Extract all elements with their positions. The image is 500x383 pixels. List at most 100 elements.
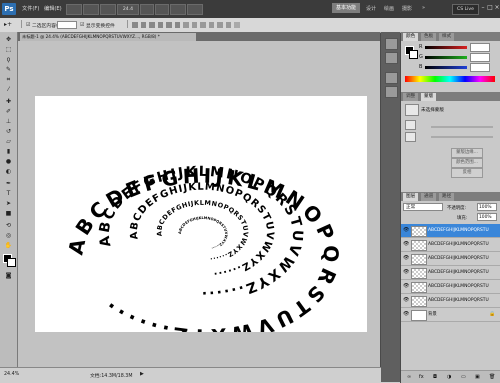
dodge-tool-icon[interactable]: ◐ (3, 168, 14, 176)
brush-tool-icon[interactable]: ✐ (3, 108, 14, 116)
paragraph-panel-icon[interactable] (385, 86, 398, 98)
checkbox-icon[interactable]: ☑ (26, 22, 30, 28)
quick-select-tool-icon[interactable]: ✎ (3, 66, 14, 74)
layer-style-icon[interactable]: fx (419, 374, 424, 380)
screen-mode-button[interactable] (187, 4, 203, 15)
actions-panel-icon[interactable] (385, 52, 398, 64)
eye-icon[interactable]: 👁 (403, 227, 409, 233)
distribute-right-icon[interactable] (225, 22, 232, 28)
tab-layers[interactable]: 图层 (403, 193, 419, 201)
cs-live-button[interactable]: CS Live (452, 4, 479, 15)
align-left-icon[interactable] (157, 22, 164, 28)
eye-icon[interactable]: 👁 (403, 269, 409, 275)
status-menu-arrow-icon[interactable]: ▶ (140, 371, 144, 377)
healing-brush-tool-icon[interactable]: ✚ (3, 98, 14, 106)
eye-icon[interactable]: 👁 (403, 311, 409, 317)
layer-row-background[interactable]: 👁 背景 🔒 (401, 308, 500, 322)
workspace-more-icon[interactable]: » (422, 5, 425, 11)
color-bg-swatch[interactable] (409, 50, 418, 59)
delete-layer-icon[interactable]: 🗑 (489, 374, 495, 380)
new-layer-icon[interactable]: ▣ (475, 374, 480, 380)
add-mask-icon[interactable]: ◘ (433, 374, 437, 380)
3d-rotate-tool-icon[interactable]: ⟲ (3, 222, 14, 230)
eyedropper-tool-icon[interactable]: ⁄ (3, 86, 14, 94)
blue-slider[interactable] (425, 66, 467, 69)
tab-adjustments[interactable]: 调整 (403, 93, 419, 101)
checkbox-icon[interactable]: ☑ (80, 22, 84, 28)
tab-paths[interactable]: 路径 (439, 193, 455, 201)
align-middle-icon[interactable] (140, 22, 147, 28)
maximize-button[interactable]: □ (487, 4, 493, 12)
document-canvas[interactable]: ABCDEFGHIJKLMNOPQRSTUVWXYZ...... ABCDEFG… (35, 96, 367, 332)
blue-value-field[interactable] (470, 63, 490, 72)
tab-channels[interactable]: 通道 (421, 193, 437, 201)
adjustment-layer-icon[interactable]: ◑ (447, 374, 451, 380)
align-top-icon[interactable] (132, 22, 138, 28)
opacity-field[interactable]: 100% (477, 203, 497, 211)
view-extras-button[interactable] (100, 4, 116, 15)
mask-edge-button[interactable]: 蒙版边缘... (451, 148, 483, 158)
menu-edit[interactable]: 编辑(E) (44, 5, 62, 12)
red-value-field[interactable] (470, 43, 490, 52)
layer-row[interactable]: 👁 ABCDEFGHIJKLMNOPQRSTU (401, 266, 500, 280)
history-panel-icon[interactable] (385, 38, 398, 50)
green-slider[interactable] (425, 56, 467, 59)
blend-mode-select[interactable]: 正常 (403, 203, 443, 211)
canvas-area[interactable]: ABCDEFGHIJKLMNOPQRSTUVWXYZ...... ABCDEFG… (18, 41, 380, 367)
pixel-mask-icon[interactable] (405, 120, 416, 130)
new-group-icon[interactable]: ▭ (461, 374, 466, 380)
align-right-icon[interactable] (174, 22, 181, 28)
bridge-button[interactable] (66, 4, 82, 15)
auto-select-dropdown[interactable] (57, 21, 77, 29)
link-layers-icon[interactable]: ∞ (407, 374, 411, 380)
red-slider[interactable] (425, 46, 467, 49)
workspace-painting[interactable]: 绘画 (384, 5, 394, 12)
eye-icon[interactable]: 👁 (403, 255, 409, 261)
close-window-button[interactable]: × (494, 4, 500, 12)
workspace-photography[interactable]: 摄影 (402, 5, 412, 12)
workspace-design[interactable]: 设计 (366, 5, 376, 12)
distribute-middle-icon[interactable] (191, 22, 198, 28)
distribute-bottom-icon[interactable] (200, 22, 206, 28)
menu-file[interactable]: 文件(F) (22, 5, 39, 12)
auto-align-icon[interactable] (234, 22, 240, 28)
density-slider[interactable] (431, 126, 493, 128)
history-brush-tool-icon[interactable]: ↺ (3, 128, 14, 136)
shape-tool-icon[interactable]: ■ (3, 210, 14, 218)
background-color-swatch[interactable] (7, 258, 16, 267)
type-tool-icon[interactable]: T (3, 190, 14, 198)
document-tab[interactable]: 未标题-1 @ 24.4% (ABCDEFGHIJKLMNOPQRSTUVWXY… (20, 33, 196, 41)
workspace-essentials-button[interactable]: 基本功能 (332, 3, 360, 13)
invert-button[interactable]: 反相 (451, 168, 483, 178)
layer-row[interactable]: 👁 ABCDEFGHIJKLMNOPQRSTU (401, 294, 500, 308)
marquee-tool-icon[interactable]: ⬚ (3, 46, 14, 54)
rotate-view-button[interactable] (155, 4, 169, 15)
character-panel-icon[interactable] (385, 72, 398, 84)
hand-tool-icon[interactable]: ✋ (3, 242, 14, 250)
green-value-field[interactable] (470, 53, 490, 62)
move-tool-icon[interactable]: ▸+ (4, 21, 12, 28)
eye-icon[interactable]: 👁 (403, 283, 409, 289)
path-selection-tool-icon[interactable]: ➤ (3, 200, 14, 208)
eraser-tool-icon[interactable]: ▱ (3, 138, 14, 146)
tab-masks[interactable]: 蒙版 (421, 93, 437, 101)
vector-mask-icon[interactable] (405, 132, 416, 142)
quick-mask-icon[interactable]: ◙ (3, 272, 14, 280)
clone-stamp-tool-icon[interactable]: ⊥ (3, 118, 14, 126)
align-center-icon[interactable] (166, 22, 172, 28)
color-range-button[interactable]: 颜色范围... (451, 158, 483, 168)
minibridge-button[interactable] (83, 4, 99, 15)
layer-row[interactable]: 👁 ABCDEFGHIJKLMNOPQRSTU (401, 280, 500, 294)
zoom-level-select[interactable]: 24.4 (117, 4, 139, 15)
minimize-button[interactable]: – (480, 4, 486, 12)
eye-icon[interactable]: 👁 (403, 241, 409, 247)
fill-field[interactable]: 100% (477, 213, 497, 221)
layer-row[interactable]: 👁 ABCDEFGHIJKLMNOPQRSTU (401, 252, 500, 266)
gradient-tool-icon[interactable]: ▮ (3, 148, 14, 156)
feather-slider[interactable] (431, 136, 493, 138)
arrange-documents-button[interactable] (170, 4, 186, 15)
blur-tool-icon[interactable]: ● (3, 158, 14, 166)
align-bottom-icon[interactable] (149, 22, 155, 28)
lasso-tool-icon[interactable]: ϙ (3, 56, 14, 64)
eye-icon[interactable]: 👁 (403, 297, 409, 303)
